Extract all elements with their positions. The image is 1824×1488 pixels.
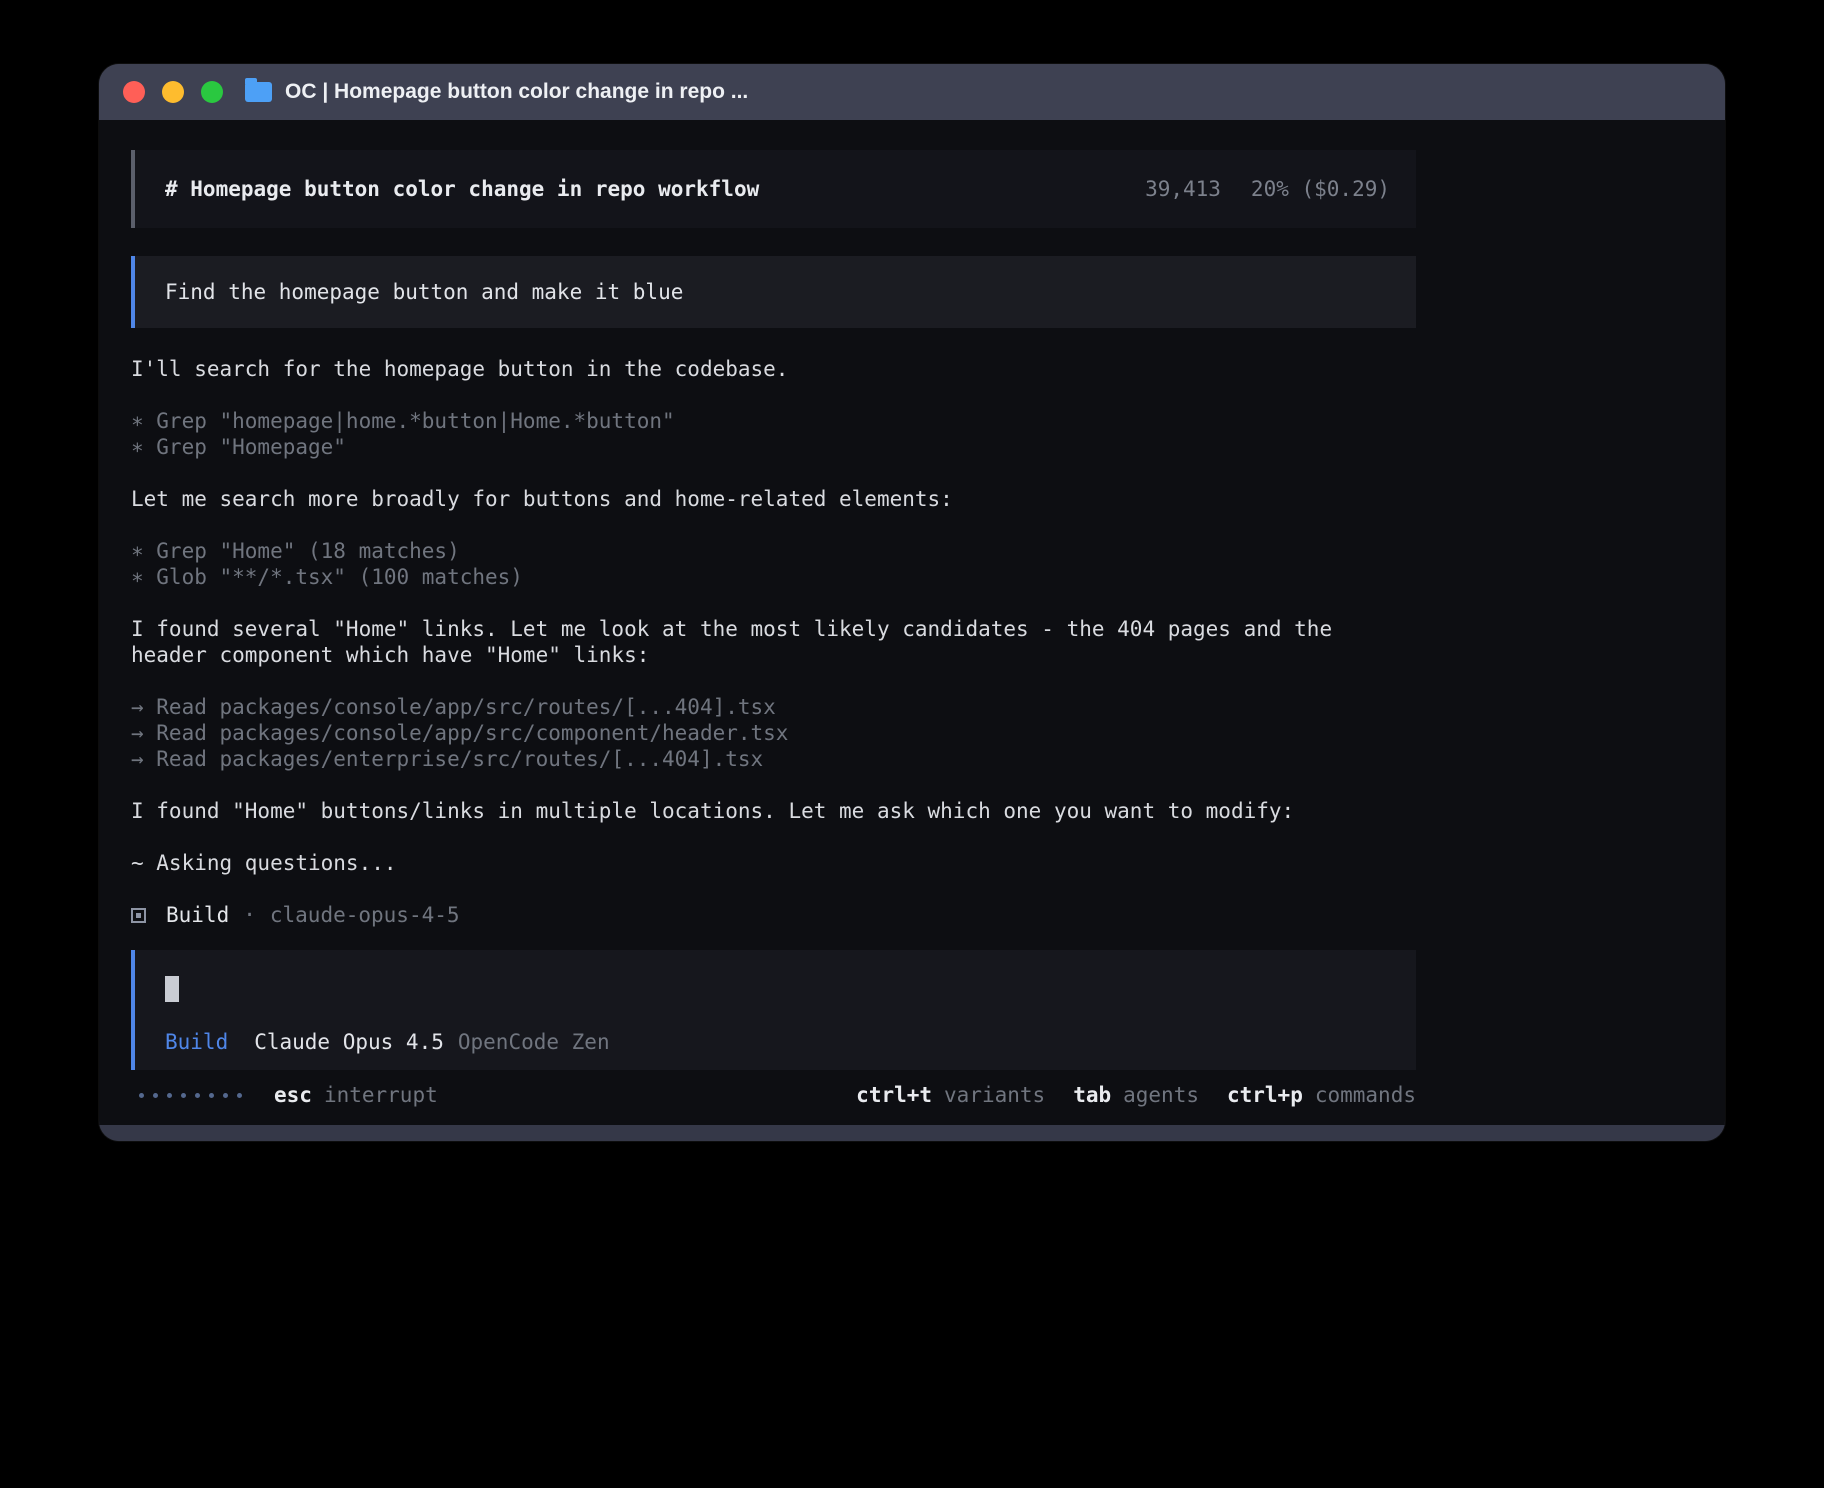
shortcut-agents: tab agents [1073, 1082, 1199, 1108]
assistant-paragraph: I found "Home" buttons/links in multiple… [131, 798, 1416, 824]
desktop-background: OC | Homepage button color change in rep… [0, 0, 1824, 1488]
user-message-text: Find the homepage button and make it blu… [165, 279, 683, 305]
shortcut-variants: ctrl+t variants [856, 1082, 1045, 1108]
window-bottom-chrome [99, 1125, 1725, 1141]
tool-call: ∗ Grep "Home" (18 matches) [131, 538, 1416, 564]
session-stats: 39,413 20% ($0.29) [1145, 176, 1390, 202]
shortcut-commands: ctrl+p commands [1227, 1082, 1416, 1108]
minimize-button[interactable] [162, 81, 184, 103]
token-count: 39,413 [1145, 176, 1221, 202]
terminal-content: # Homepage button color change in repo w… [99, 120, 1725, 1125]
session-title: # Homepage button color change in repo w… [165, 176, 759, 202]
assistant-paragraph: I'll search for the homepage button in t… [131, 356, 1416, 382]
esc-key: esc [274, 1082, 312, 1108]
assistant-paragraph: I found several "Home" links. Let me loo… [131, 616, 1416, 668]
model-name: claude-opus-4-5 [270, 902, 460, 928]
input-mode: Build [165, 1029, 228, 1055]
tool-call: ∗ Grep "homepage|home.*button|Home.*butt… [131, 408, 1416, 434]
input-meta-row: Build Claude Opus 4.5 OpenCode Zen [165, 1029, 1386, 1055]
statusbar-right: ctrl+t variants tab agents ctrl+p comman… [856, 1082, 1416, 1108]
input-model: Claude Opus 4.5 [254, 1029, 444, 1055]
text-cursor [165, 976, 179, 1002]
shortcut-key: tab [1073, 1082, 1111, 1108]
window-title: OC | Homepage button color change in rep… [285, 80, 748, 104]
tool-call: ∗ Glob "**/*.tsx" (100 matches) [131, 564, 1416, 590]
terminal-window: OC | Homepage button color change in rep… [99, 64, 1725, 1141]
context-usage: 20% ($0.29) [1251, 176, 1390, 202]
window-titlebar[interactable]: OC | Homepage button color change in rep… [99, 64, 1725, 120]
shortcut-key: ctrl+p [1227, 1082, 1303, 1108]
assistant-status-text: ~ Asking questions... [131, 850, 1416, 876]
statusbar-left: esc interrupt [139, 1082, 438, 1108]
interrupt-hint: esc interrupt [274, 1082, 438, 1108]
agent-status-line: Build · claude-opus-4-5 [131, 902, 1416, 928]
assistant-paragraph: Let me search more broadly for buttons a… [131, 486, 1416, 512]
shortcut-key: ctrl+t [856, 1082, 932, 1108]
tool-call: → Read packages/console/app/src/routes/[… [131, 694, 1416, 720]
status-separator: · [243, 902, 256, 928]
tool-call-group: ∗ Grep "homepage|home.*button|Home.*butt… [131, 408, 1416, 460]
close-button[interactable] [123, 81, 145, 103]
shortcut-label: agents [1123, 1082, 1199, 1108]
agent-name: Build [166, 902, 229, 928]
shortcut-label: variants [944, 1082, 1045, 1108]
tool-call: → Read packages/console/app/src/componen… [131, 720, 1416, 746]
input-provider: OpenCode Zen [458, 1029, 610, 1055]
build-status-icon [131, 908, 146, 923]
tool-call: ∗ Grep "Homepage" [131, 434, 1416, 460]
zoom-button[interactable] [201, 81, 223, 103]
spinner-dots [139, 1093, 242, 1098]
tool-call-group: ∗ Grep "Home" (18 matches) ∗ Glob "**/*.… [131, 538, 1416, 590]
statusbar: esc interrupt ctrl+t variants tab agents [131, 1082, 1416, 1108]
user-message: Find the homepage button and make it blu… [131, 256, 1416, 328]
traffic-lights [123, 81, 223, 103]
tool-call: → Read packages/enterprise/src/routes/[.… [131, 746, 1416, 772]
esc-label: interrupt [324, 1082, 438, 1108]
prompt-input[interactable]: Build Claude Opus 4.5 OpenCode Zen [131, 950, 1416, 1070]
tool-call-group: → Read packages/console/app/src/routes/[… [131, 694, 1416, 772]
session-header: # Homepage button color change in repo w… [131, 150, 1416, 228]
session-column: # Homepage button color change in repo w… [131, 150, 1416, 1108]
folder-icon [245, 82, 272, 102]
shortcut-label: commands [1315, 1082, 1416, 1108]
